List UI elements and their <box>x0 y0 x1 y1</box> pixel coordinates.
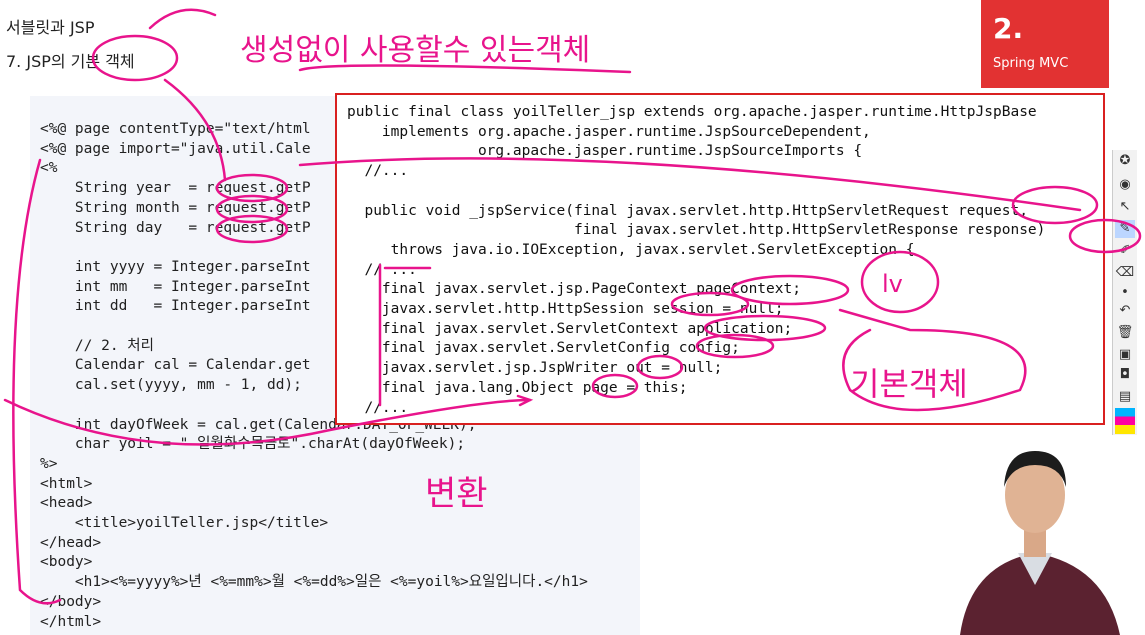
chapter-label: Spring MVC <box>993 56 1069 71</box>
header-title: 서블릿과 JSP <box>6 18 95 37</box>
eye-icon[interactable]: ◉ <box>1115 176 1135 194</box>
lightbulb-icon[interactable]: ✪ <box>1115 152 1135 170</box>
cursor-icon[interactable]: ↖ <box>1115 198 1135 216</box>
jsp-line: <head> <box>40 495 93 512</box>
presenter-video <box>930 435 1145 635</box>
jsp-line: <%@ page import="java.util.Cale <box>40 140 311 157</box>
jsp-line: Calendar cal = Calendar.get <box>40 357 311 374</box>
jsp-line: %> <box>40 455 58 472</box>
jsp-line: int dd = Integer.parseInt <box>40 298 311 315</box>
servlet-line: org.apache.jasper.runtime.JspSourceImpor… <box>347 143 863 160</box>
screen-icon[interactable]: ▣ <box>1115 346 1135 364</box>
servlet-line: //... <box>347 399 409 416</box>
trash-icon[interactable]: 🗑 <box>1115 324 1135 342</box>
dot-icon[interactable]: • <box>1115 284 1135 302</box>
annotation-top-text: 생성없이 사용할수 있는객체 <box>240 33 590 68</box>
servlet-line: // ... <box>347 261 417 278</box>
jsp-line: <html> <box>40 475 93 492</box>
chapter-badge: 2. Spring MVC <box>981 0 1109 88</box>
jsp-line: <body> <box>40 554 93 571</box>
jsp-line: int yyyy = Integer.parseInt <box>40 258 311 275</box>
jsp-line: <%@ page contentType="text/html <box>40 121 311 137</box>
eraser-icon[interactable]: ⌫ <box>1115 264 1135 282</box>
jsp-line: <h1><%=yyyy%>년 <%=mm%>월 <%=dd%>일은 <%=yoi… <box>40 574 588 591</box>
servlet-line: final javax.servlet.ServletContext appli… <box>347 320 793 337</box>
header-subtitle: 7. JSP의 기본 객체 <box>6 52 135 71</box>
servlet-line: implements org.apache.jasper.runtime.Jsp… <box>347 123 871 140</box>
servlet-line: final javax.servlet.jsp.PageContext page… <box>347 281 801 298</box>
servlet-line: final javax.servlet.http.HttpServletResp… <box>347 222 1046 239</box>
servlet-line: final java.lang.Object page = this; <box>347 379 688 396</box>
palette-icon[interactable] <box>1115 408 1135 434</box>
annotation-toolbar: ✪ ◉ ↖ ✎ ✐ ⌫ • ↶ 🗑 ▣ ◘ ▤ <box>1112 150 1137 435</box>
servlet-source-code: public final class yoilTeller_jsp extend… <box>347 103 1045 418</box>
jsp-line: int mm = Integer.parseInt <box>40 278 311 295</box>
servlet-line: javax.servlet.http.HttpSession session =… <box>347 301 784 318</box>
servlet-line: public final class yoilTeller_jsp extend… <box>347 104 1037 120</box>
clipboard-icon[interactable]: ▤ <box>1115 388 1135 406</box>
jsp-line: char yoil = " 일월화수목금토".charAt(dayOfWeek)… <box>40 436 466 453</box>
undo-icon[interactable]: ↶ <box>1115 302 1135 320</box>
servlet-line: final javax.servlet.ServletConfig config… <box>347 340 740 357</box>
servlet-line: public void _jspService(final javax.serv… <box>347 202 1028 219</box>
servlet-line: //... <box>347 163 409 180</box>
servlet-code-panel: public final class yoilTeller_jsp extend… <box>335 93 1105 425</box>
highlighter-icon[interactable]: ✐ <box>1115 242 1135 260</box>
jsp-line: // 2. 처리 <box>40 337 154 354</box>
jsp-line: cal.set(yyyy, mm - 1, dd); <box>40 377 302 394</box>
servlet-line: throws java.io.IOException, javax.servle… <box>347 241 915 258</box>
jsp-line: String year = request.getP <box>40 180 311 197</box>
servlet-line: javax.servlet.jsp.JspWriter out = null; <box>347 360 723 377</box>
jsp-line: <% <box>40 160 58 177</box>
jsp-line: String day = request.getP <box>40 219 311 236</box>
camera-icon[interactable]: ◘ <box>1115 366 1135 384</box>
arrow-top <box>148 8 217 30</box>
jsp-line: </body> <box>40 593 102 610</box>
pen-icon[interactable]: ✎ <box>1115 220 1135 238</box>
jsp-line: </html> <box>40 613 102 630</box>
jsp-line: </head> <box>40 534 102 551</box>
chapter-number: 2. <box>993 12 1024 45</box>
jsp-line: String month = request.getP <box>40 199 311 216</box>
jsp-line: <title>yoilTeller.jsp</title> <box>40 515 329 532</box>
